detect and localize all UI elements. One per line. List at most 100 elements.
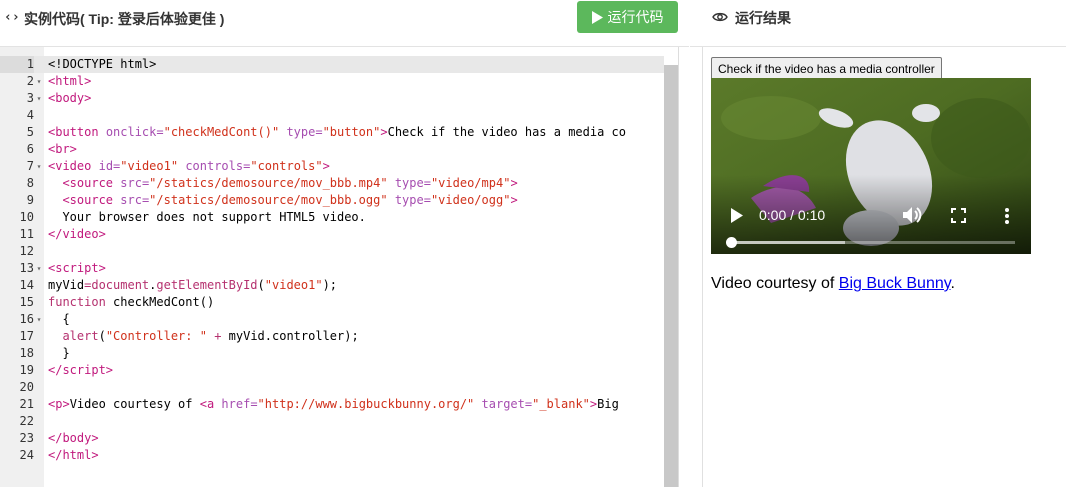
code-line[interactable]: 19 </script> (0, 362, 664, 379)
code-text: <!DOCTYPE html> (48, 57, 157, 71)
code-line[interactable]: 18 } (0, 345, 664, 362)
code-line[interactable]: 21 <p>Video courtesy of <a href="http://w… (0, 396, 664, 413)
line-number: 24 (19, 448, 34, 462)
code-text: <source src="/statics/demosource/mov_bbb… (62, 176, 518, 190)
code-line[interactable]: 6 <br> (0, 141, 664, 158)
code-line[interactable]: 5 <button onclick="checkMedCont()" type="… (0, 124, 664, 141)
code-text: alert("Controller: " + myVid.controller)… (62, 329, 359, 343)
code-editor[interactable]: 1 <!DOCTYPE html> 2 ▾ <html> 3 ▾ <body> 4 5 <butto… (0, 47, 679, 487)
line-number: 2 (26, 74, 34, 88)
code-text: function checkMedCont() (48, 295, 215, 309)
code-text: myVid=document.getElementById("video1"); (48, 278, 338, 292)
code-text: </script> (48, 363, 114, 377)
code-text: <button onclick="checkMedCont()" type="b… (48, 125, 627, 139)
line-number: 11 (19, 227, 34, 241)
code-line[interactable]: 20 (0, 379, 664, 396)
line-number: 10 (19, 210, 34, 224)
fold-toggle-icon[interactable]: ▾ (35, 158, 43, 175)
video-progress-bar[interactable] (726, 237, 1015, 248)
line-number: 21 (19, 397, 34, 411)
code-line[interactable]: 11 </video> (0, 226, 664, 243)
code-text: </video> (48, 227, 106, 241)
fold-toggle-icon[interactable]: ▾ (35, 311, 43, 328)
code-text: Your browser does not support HTML5 vide… (48, 210, 366, 224)
code-text: </body> (48, 431, 99, 445)
play-button-icon[interactable] (731, 208, 743, 223)
code-icon: ‹› (4, 10, 20, 25)
code-line[interactable]: 1 <!DOCTYPE html> (0, 56, 664, 73)
video-buffered-fill (731, 241, 845, 244)
code-text: <html> (48, 74, 92, 88)
courtesy-prefix: Video courtesy of (711, 275, 839, 292)
code-text: { (48, 312, 70, 326)
code-text: <body> (48, 91, 92, 105)
line-number: 9 (26, 193, 34, 207)
line-number: 19 (19, 363, 34, 377)
line-number: 14 (19, 278, 34, 292)
run-code-label: 运行代码 (607, 9, 664, 25)
line-number: 1 (0, 56, 34, 73)
line-number: 17 (19, 329, 34, 343)
volume-icon[interactable] (902, 206, 922, 224)
line-number: 13 (19, 261, 34, 275)
video-controls: 0:00 / 0:10 (711, 194, 1031, 254)
fullscreen-icon[interactable] (951, 208, 966, 223)
line-number: 12 (19, 244, 34, 258)
fold-toggle-icon[interactable]: ▾ (35, 90, 43, 107)
line-number: 15 (19, 295, 34, 309)
check-media-controller-button[interactable]: Check if the video has a media controlle… (711, 57, 942, 80)
line-number: 22 (19, 414, 34, 428)
eye-icon (712, 12, 728, 22)
code-panel-header: ‹› 实例代码( Tip: 登录后体验更佳 ) 运行代码 (0, 0, 689, 47)
line-number: 23 (19, 431, 34, 445)
run-code-button[interactable]: 运行代码 (577, 1, 678, 33)
code-text: </html> (48, 448, 99, 462)
code-line[interactable]: 3 ▾ <body> (0, 90, 664, 107)
code-line[interactable]: 4 (0, 107, 664, 124)
code-text: <p>Video courtesy of <a href="http://www… (48, 397, 619, 411)
code-text: } (48, 346, 70, 360)
line-number: 4 (26, 108, 34, 122)
video-courtesy-text: Video courtesy of Big Buck Bunny. (711, 275, 955, 293)
result-panel-header: 运行结果 (690, 0, 1066, 47)
courtesy-suffix: . (950, 275, 955, 292)
code-line[interactable]: 23 </body> (0, 430, 664, 447)
result-preview: Check if the video has a media controlle… (703, 47, 1066, 487)
code-line[interactable]: 2 ▾ <html> (0, 73, 664, 90)
code-line[interactable]: 16 ▾ { (0, 311, 664, 328)
code-lines[interactable]: 1 <!DOCTYPE html> 2 ▾ <html> 3 ▾ <body> 4 5 <butto… (0, 56, 664, 464)
line-number: 16 (19, 312, 34, 326)
code-line[interactable]: 14 myVid=document.getElementById("video1"… (0, 277, 664, 294)
line-number: 18 (19, 346, 34, 360)
code-line[interactable]: 8 <source src="/statics/demosource/mov_b… (0, 175, 664, 192)
line-number: 20 (19, 380, 34, 394)
line-number: 8 (26, 176, 34, 190)
panel-divider[interactable] (679, 47, 703, 487)
code-line[interactable]: 10 Your browser does not support HTML5 v… (0, 209, 664, 226)
video-time: 0:00 / 0:10 (759, 207, 826, 223)
code-text: <video id="video1" controls="controls"> (48, 159, 330, 173)
editor-scrollbar[interactable] (664, 65, 678, 487)
code-text: <br> (48, 142, 77, 156)
big-buck-bunny-link[interactable]: Big Buck Bunny (839, 275, 951, 292)
code-line[interactable]: 12 (0, 243, 664, 260)
code-text: <source src="/statics/demosource/mov_bbb… (62, 193, 518, 207)
fold-toggle-icon[interactable]: ▾ (35, 73, 43, 90)
line-number: 3 (26, 91, 34, 105)
code-line[interactable]: 13 ▾ <script> (0, 260, 664, 277)
line-number: 6 (26, 142, 34, 156)
fold-toggle-icon[interactable]: ▾ (35, 260, 43, 277)
code-line[interactable]: 9 <source src="/statics/demosource/mov_b… (0, 192, 664, 209)
line-number: 5 (26, 125, 34, 139)
code-line[interactable]: 24 </html> (0, 447, 664, 464)
video-progress-knob[interactable] (726, 237, 737, 248)
code-text: <script> (48, 261, 106, 275)
code-panel-title: 实例代码( Tip: 登录后体验更佳 ) (24, 11, 225, 27)
video-player[interactable]: 0:00 / 0:10 (711, 78, 1031, 254)
code-line[interactable]: 15 function checkMedCont() (0, 294, 664, 311)
code-line[interactable]: 7 ▾ <video id="video1" controls="controls"… (0, 158, 664, 175)
more-options-icon[interactable] (1005, 208, 1009, 224)
code-line[interactable]: 22 (0, 413, 664, 430)
line-number: 7 (26, 159, 34, 173)
code-line[interactable]: 17 alert("Controller: " + myVid.controll… (0, 328, 664, 345)
